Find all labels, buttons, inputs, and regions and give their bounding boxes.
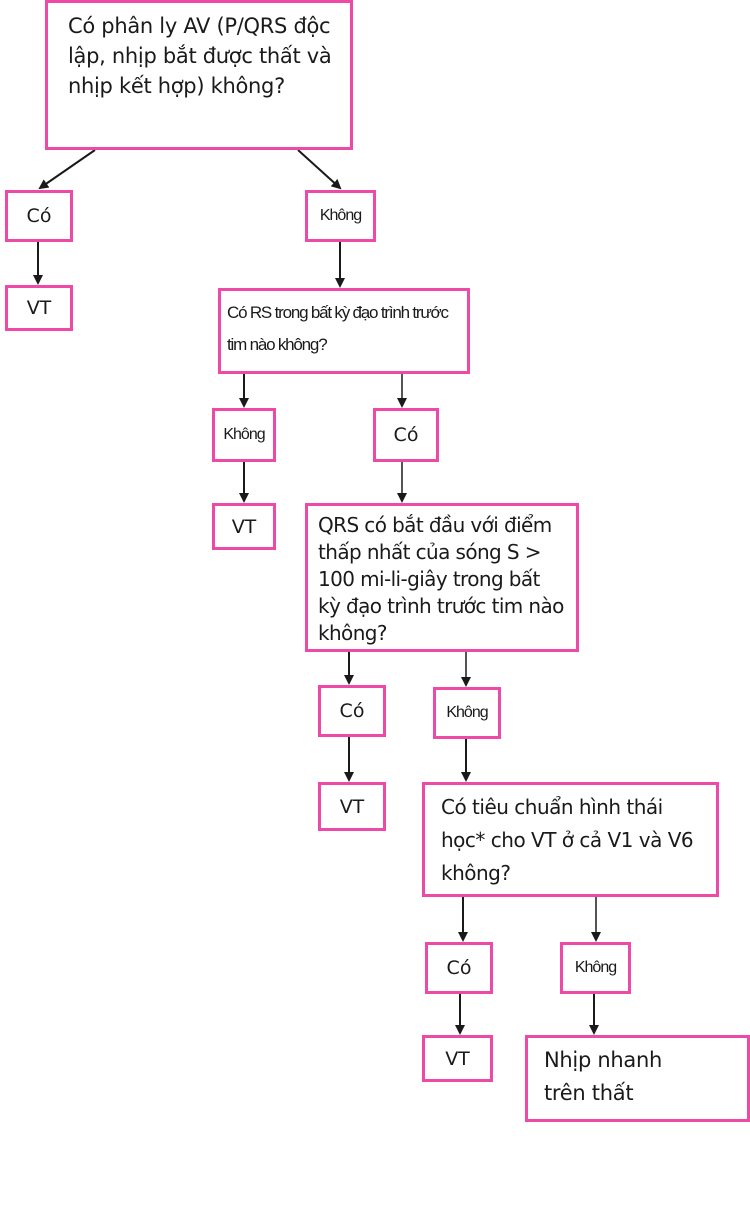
result-vt-3: VT	[318, 782, 386, 831]
result-supraventricular-tachycardia: Nhịp nhanh trên thất	[525, 1035, 750, 1122]
answer-yes-2: Có	[373, 408, 439, 462]
result-vt-4: VT	[422, 1035, 493, 1082]
answer-no-3: Không	[433, 687, 501, 739]
question-text: QRS có bắt đầu với điểm thấp nhất của só…	[318, 513, 564, 645]
question-morphology-v1-v6: Có tiêu chuẩn hình thái học* cho VT ở cả…	[422, 782, 719, 897]
answer-no-1: Không	[305, 190, 376, 242]
question-qrs-onset-s-nadir: QRS có bắt đầu với điểm thấp nhất của só…	[305, 503, 579, 652]
question-rs-precordial: Có RS trong bất kỳ đạo trình trước tim n…	[218, 288, 470, 374]
question-text: Có tiêu chuẩn hình thái học* cho VT ở cả…	[441, 795, 694, 885]
result-vt-2: VT	[212, 503, 276, 550]
answer-no-2: Không	[212, 408, 276, 462]
question-av-dissociation: Có phân ly AV (P/QRS độc lập, nhịp bắt đ…	[45, 0, 353, 150]
result-text: Nhịp nhanh trên thất	[544, 1048, 662, 1105]
question-text: Có RS trong bất kỳ đạo trình trước tim n…	[227, 303, 449, 354]
answer-yes-4: Có	[425, 942, 493, 994]
answer-no-4: Không	[560, 942, 631, 994]
arrow-q1-to-no	[297, 149, 342, 190]
arrow-q1-to-yes	[38, 149, 96, 190]
result-vt-1: VT	[5, 285, 73, 331]
question-text: Có phân ly AV (P/QRS độc lập, nhịp bắt đ…	[68, 14, 332, 98]
answer-yes-1: Có	[5, 190, 73, 242]
answer-yes-3: Có	[318, 685, 386, 737]
